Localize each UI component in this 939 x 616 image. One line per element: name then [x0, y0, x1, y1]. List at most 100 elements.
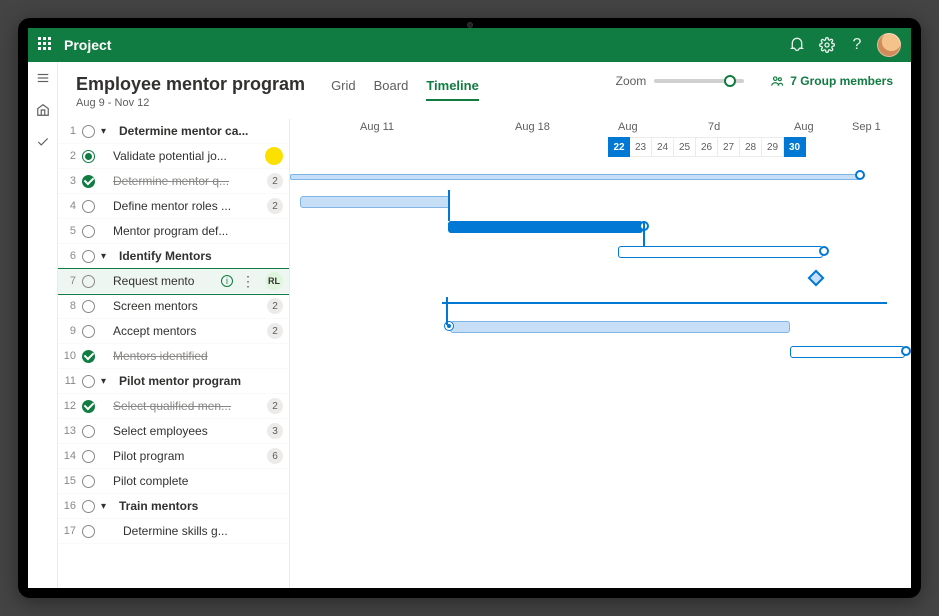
task-name: Pilot program: [101, 449, 261, 463]
task-index: 17: [62, 525, 76, 537]
task-row[interactable]: 12Select qualified men...2: [58, 394, 289, 419]
task-row[interactable]: 6▾Identify Mentors: [58, 244, 289, 269]
task-row[interactable]: 11▾Pilot mentor program: [58, 369, 289, 394]
status-icon[interactable]: [82, 525, 95, 538]
gantt-chart[interactable]: [290, 165, 911, 588]
task-row[interactable]: 2Validate potential jo...: [58, 144, 289, 169]
gantt-bar[interactable]: [300, 196, 450, 208]
day-cell[interactable]: 26: [696, 137, 718, 157]
status-icon[interactable]: [82, 375, 95, 388]
status-icon[interactable]: [82, 400, 95, 413]
dependency-line: [446, 297, 448, 325]
day-cell[interactable]: 30: [784, 137, 806, 157]
task-name: Pilot mentor program: [117, 374, 283, 388]
task-row[interactable]: 7Request mentoi⋮RL: [58, 269, 289, 294]
task-name: Validate potential jo...: [101, 149, 257, 163]
day-cell[interactable]: 29: [762, 137, 784, 157]
gantt-bar[interactable]: [790, 346, 905, 358]
gantt-bar[interactable]: [618, 246, 823, 258]
subtask-count: 2: [267, 298, 283, 314]
zoom-control[interactable]: Zoom: [616, 74, 745, 88]
task-index: 5: [62, 225, 76, 237]
day-cell[interactable]: 22: [608, 137, 630, 157]
help-icon[interactable]: ?: [847, 35, 867, 55]
task-index: 6: [62, 250, 76, 262]
task-row[interactable]: 14Pilot program6: [58, 444, 289, 469]
day-cell[interactable]: 28: [740, 137, 762, 157]
dependency-line: [448, 190, 450, 221]
tab-board[interactable]: Board: [374, 78, 409, 101]
dependency-line: [643, 221, 645, 247]
status-icon[interactable]: [82, 125, 95, 138]
day-cell[interactable]: 23: [630, 137, 652, 157]
user-avatar[interactable]: [877, 33, 901, 57]
task-row[interactable]: 9Accept mentors2: [58, 319, 289, 344]
task-row[interactable]: 1▾Determine mentor ca...: [58, 119, 289, 144]
info-icon[interactable]: i: [221, 275, 233, 287]
assignee-avatar[interactable]: RL: [265, 272, 283, 290]
gantt-bar[interactable]: [450, 321, 790, 333]
task-row[interactable]: 8Screen mentors2: [58, 294, 289, 319]
task-row[interactable]: 3Determine mentor q...2: [58, 169, 289, 194]
task-index: 7: [62, 275, 76, 287]
zoom-slider[interactable]: [654, 79, 744, 83]
task-index: 4: [62, 200, 76, 212]
chevron-down-icon[interactable]: ▾: [101, 126, 111, 137]
status-icon[interactable]: [82, 250, 95, 263]
status-icon[interactable]: [82, 275, 95, 288]
task-row[interactable]: 15Pilot complete: [58, 469, 289, 494]
menu-icon[interactable]: [35, 70, 51, 86]
gantt-bar[interactable]: [442, 302, 887, 304]
day-cell[interactable]: 25: [674, 137, 696, 157]
app-launcher-icon[interactable]: [38, 37, 54, 53]
task-index: 1: [62, 125, 76, 137]
status-icon[interactable]: [82, 300, 95, 313]
task-row[interactable]: 5Mentor program def...: [58, 219, 289, 244]
chevron-down-icon[interactable]: ▾: [101, 251, 111, 262]
task-row[interactable]: 13Select employees3: [58, 419, 289, 444]
task-row[interactable]: 4Define mentor roles ...2: [58, 194, 289, 219]
task-name: Train mentors: [117, 499, 283, 513]
task-row[interactable]: 10Mentors identified: [58, 344, 289, 369]
home-icon[interactable]: [35, 102, 51, 118]
status-icon[interactable]: [82, 200, 95, 213]
task-name: Select employees: [101, 424, 261, 438]
status-icon[interactable]: [82, 225, 95, 238]
summary-end-handle[interactable]: [855, 170, 865, 180]
status-icon[interactable]: [82, 325, 95, 338]
status-icon[interactable]: [82, 500, 95, 513]
bar-end-handle[interactable]: [901, 346, 911, 356]
status-icon[interactable]: [82, 450, 95, 463]
status-icon[interactable]: [82, 425, 95, 438]
task-list: 1▾Determine mentor ca...2Validate potent…: [58, 119, 290, 588]
notifications-icon[interactable]: [787, 35, 807, 55]
assignee-avatar[interactable]: [265, 147, 283, 165]
group-members[interactable]: 7 Group members: [770, 74, 893, 88]
gantt-bar[interactable]: [448, 221, 643, 233]
milestone-marker[interactable]: [808, 270, 825, 287]
status-icon[interactable]: [82, 350, 95, 363]
chevron-down-icon[interactable]: ▾: [101, 501, 111, 512]
gantt-bar[interactable]: [290, 174, 860, 180]
task-menu-icon[interactable]: ⋮: [239, 273, 257, 290]
task-name: Accept mentors: [101, 324, 261, 338]
day-cell[interactable]: 24: [652, 137, 674, 157]
chevron-down-icon[interactable]: ▾: [101, 376, 111, 387]
timeline-pane[interactable]: Aug 11Aug 18Aug7dAugSep 1 22232425262728…: [290, 119, 911, 588]
check-icon[interactable]: [35, 134, 51, 150]
bar-end-handle[interactable]: [819, 246, 829, 256]
left-rail: [28, 62, 58, 588]
tab-grid[interactable]: Grid: [331, 78, 356, 101]
task-row[interactable]: 16▾Train mentors: [58, 494, 289, 519]
screen: Project ?: [28, 28, 911, 588]
tab-timeline[interactable]: Timeline: [426, 78, 479, 101]
project-date-range: Aug 9 - Nov 12: [76, 97, 305, 109]
scale-label: Aug: [618, 121, 638, 133]
settings-icon[interactable]: [817, 35, 837, 55]
scale-label: Sep 1: [852, 121, 881, 133]
task-row[interactable]: 17Determine skills g...: [58, 519, 289, 544]
status-icon[interactable]: [82, 150, 95, 163]
status-icon[interactable]: [82, 475, 95, 488]
day-cell[interactable]: 27: [718, 137, 740, 157]
status-icon[interactable]: [82, 175, 95, 188]
